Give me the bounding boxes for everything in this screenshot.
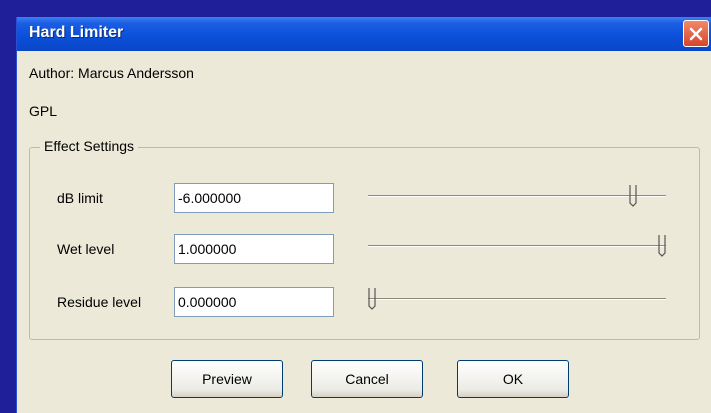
db-limit-input[interactable]: [174, 183, 334, 213]
residue-level-input[interactable]: [174, 287, 334, 317]
group-label: Effect Settings: [40, 138, 139, 154]
wet-level-slider[interactable]: [368, 245, 666, 247]
window-title: Hard Limiter: [29, 24, 124, 41]
license-text: GPL: [29, 103, 58, 119]
preview-button[interactable]: Preview: [171, 360, 283, 398]
db-limit-label: dB limit: [57, 190, 103, 206]
effect-settings-group: Effect Settings dB limit Wet level Resid…: [29, 138, 700, 340]
residue-level-slider[interactable]: [368, 298, 666, 300]
close-button[interactable]: [683, 20, 709, 47]
residue-level-slider-thumb[interactable]: [368, 288, 376, 310]
db-limit-slider-thumb[interactable]: [629, 185, 637, 207]
ok-button[interactable]: OK: [457, 360, 569, 398]
wet-level-label: Wet level: [57, 241, 115, 257]
wet-level-slider-thumb[interactable]: [658, 235, 666, 257]
residue-level-label: Residue level: [57, 294, 142, 310]
author-text: Author: Marcus Andersson: [29, 65, 194, 81]
db-limit-slider[interactable]: [368, 195, 666, 197]
title-bar[interactable]: Hard Limiter: [17, 17, 711, 51]
wet-level-input[interactable]: [174, 234, 334, 264]
hard-limiter-dialog: Hard Limiter Author: Marcus Andersson GP…: [16, 17, 711, 413]
cancel-button[interactable]: Cancel: [311, 360, 423, 398]
close-icon: [689, 27, 703, 40]
